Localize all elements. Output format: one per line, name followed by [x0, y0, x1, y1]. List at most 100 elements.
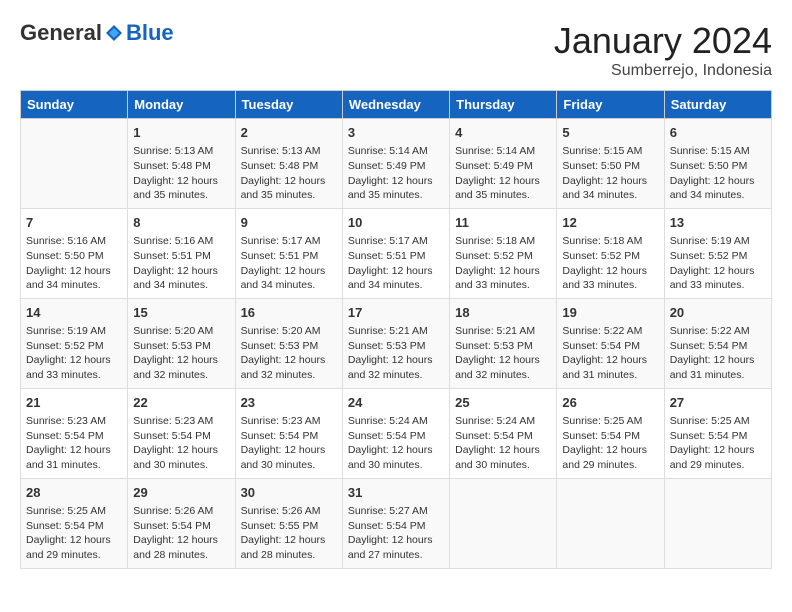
day-info: Sunrise: 5:26 AM Sunset: 5:55 PM Dayligh…	[241, 504, 337, 563]
calendar-cell: 18 Sunrise: 5:21 AM Sunset: 5:53 PM Dayli…	[450, 298, 557, 388]
day-info: Sunrise: 5:24 AM Sunset: 5:54 PM Dayligh…	[455, 414, 551, 473]
calendar-cell: 16 Sunrise: 5:20 AM Sunset: 5:53 PM Dayli…	[235, 298, 342, 388]
location-subtitle: Sumberrejo, Indonesia	[554, 62, 772, 80]
day-info: Sunrise: 5:20 AM Sunset: 5:53 PM Dayligh…	[241, 324, 337, 383]
header-saturday: Saturday	[664, 91, 771, 119]
day-info: Sunrise: 5:23 AM Sunset: 5:54 PM Dayligh…	[133, 414, 229, 473]
day-number: 25	[455, 394, 551, 412]
calendar-cell: 1 Sunrise: 5:13 AM Sunset: 5:48 PM Daylig…	[128, 119, 235, 209]
day-info: Sunrise: 5:13 AM Sunset: 5:48 PM Dayligh…	[133, 144, 229, 203]
day-number: 22	[133, 394, 229, 412]
calendar-cell: 9 Sunrise: 5:17 AM Sunset: 5:51 PM Daylig…	[235, 208, 342, 298]
header-tuesday: Tuesday	[235, 91, 342, 119]
day-info: Sunrise: 5:21 AM Sunset: 5:53 PM Dayligh…	[348, 324, 444, 383]
calendar-cell: 11Sunrise: 5:18 AM Sunset: 5:52 PM Dayli…	[450, 208, 557, 298]
calendar-cell: 12 Sunrise: 5:18 AM Sunset: 5:52 PM Dayli…	[557, 208, 664, 298]
day-info: Sunrise: 5:25 AM Sunset: 5:54 PM Dayligh…	[26, 504, 122, 563]
day-number: 4	[455, 124, 551, 142]
day-info: Sunrise: 5:14 AM Sunset: 5:49 PM Dayligh…	[348, 144, 444, 203]
calendar-cell: 25 Sunrise: 5:24 AM Sunset: 5:54 PM Dayli…	[450, 388, 557, 478]
calendar-cell: 7 Sunrise: 5:16 AM Sunset: 5:50 PM Daylig…	[21, 208, 128, 298]
day-info: Sunrise: 5:23 AM Sunset: 5:54 PM Dayligh…	[26, 414, 122, 473]
calendar-cell: 27Sunrise: 5:25 AM Sunset: 5:54 PM Dayli…	[664, 388, 771, 478]
day-number: 8	[133, 214, 229, 232]
day-number: 14	[26, 304, 122, 322]
day-number: 20	[670, 304, 766, 322]
day-number: 26	[562, 394, 658, 412]
day-number: 12	[562, 214, 658, 232]
calendar-cell: 10 Sunrise: 5:17 AM Sunset: 5:51 PM Dayli…	[342, 208, 449, 298]
day-number: 6	[670, 124, 766, 142]
logo-general-text: General	[20, 20, 102, 46]
day-info: Sunrise: 5:21 AM Sunset: 5:53 PM Dayligh…	[455, 324, 551, 383]
calendar-week-row: 1 Sunrise: 5:13 AM Sunset: 5:48 PM Daylig…	[21, 119, 772, 209]
day-info: Sunrise: 5:15 AM Sunset: 5:50 PM Dayligh…	[562, 144, 658, 203]
page-header: General Blue January 2024 Sumberrejo, In…	[20, 20, 772, 80]
header-thursday: Thursday	[450, 91, 557, 119]
day-info: Sunrise: 5:23 AM Sunset: 5:54 PM Dayligh…	[241, 414, 337, 473]
day-number: 10	[348, 214, 444, 232]
logo: General Blue	[20, 20, 174, 46]
header-friday: Friday	[557, 91, 664, 119]
calendar-cell: 30 Sunrise: 5:26 AM Sunset: 5:55 PM Dayli…	[235, 478, 342, 568]
calendar-cell: 4 Sunrise: 5:14 AM Sunset: 5:49 PM Daylig…	[450, 119, 557, 209]
day-info: Sunrise: 5:18 AM Sunset: 5:52 PM Dayligh…	[562, 234, 658, 293]
day-info: Sunrise: 5:22 AM Sunset: 5:54 PM Dayligh…	[670, 324, 766, 383]
day-number: 29	[133, 484, 229, 502]
day-info: Sunrise: 5:17 AM Sunset: 5:51 PM Dayligh…	[348, 234, 444, 293]
calendar-cell: 14 Sunrise: 5:19 AM Sunset: 5:52 PM Dayli…	[21, 298, 128, 388]
calendar-week-row: 21Sunrise: 5:23 AM Sunset: 5:54 PM Dayli…	[21, 388, 772, 478]
calendar-cell	[664, 478, 771, 568]
logo-icon	[104, 23, 124, 43]
day-number: 28	[26, 484, 122, 502]
day-info: Sunrise: 5:18 AM Sunset: 5:52 PM Dayligh…	[455, 234, 551, 293]
calendar-cell: 20 Sunrise: 5:22 AM Sunset: 5:54 PM Dayli…	[664, 298, 771, 388]
header-wednesday: Wednesday	[342, 91, 449, 119]
calendar-cell: 19 Sunrise: 5:22 AM Sunset: 5:54 PM Dayli…	[557, 298, 664, 388]
calendar-cell: 31Sunrise: 5:27 AM Sunset: 5:54 PM Dayli…	[342, 478, 449, 568]
day-info: Sunrise: 5:14 AM Sunset: 5:49 PM Dayligh…	[455, 144, 551, 203]
calendar-cell: 26Sunrise: 5:25 AM Sunset: 5:54 PM Dayli…	[557, 388, 664, 478]
day-number: 24	[348, 394, 444, 412]
calendar-cell	[450, 478, 557, 568]
month-title: January 2024	[554, 20, 772, 62]
calendar-cell: 28 Sunrise: 5:25 AM Sunset: 5:54 PM Dayli…	[21, 478, 128, 568]
calendar-cell: 17 Sunrise: 5:21 AM Sunset: 5:53 PM Dayli…	[342, 298, 449, 388]
day-info: Sunrise: 5:17 AM Sunset: 5:51 PM Dayligh…	[241, 234, 337, 293]
day-number: 1	[133, 124, 229, 142]
day-number: 2	[241, 124, 337, 142]
calendar-cell: 22 Sunrise: 5:23 AM Sunset: 5:54 PM Dayli…	[128, 388, 235, 478]
day-info: Sunrise: 5:26 AM Sunset: 5:54 PM Dayligh…	[133, 504, 229, 563]
calendar-week-row: 14 Sunrise: 5:19 AM Sunset: 5:52 PM Dayli…	[21, 298, 772, 388]
day-number: 7	[26, 214, 122, 232]
calendar-cell	[557, 478, 664, 568]
day-info: Sunrise: 5:25 AM Sunset: 5:54 PM Dayligh…	[670, 414, 766, 473]
day-number: 17	[348, 304, 444, 322]
calendar-cell: 13Sunrise: 5:19 AM Sunset: 5:52 PM Dayli…	[664, 208, 771, 298]
calendar-cell	[21, 119, 128, 209]
calendar-cell: 29 Sunrise: 5:26 AM Sunset: 5:54 PM Dayli…	[128, 478, 235, 568]
day-number: 18	[455, 304, 551, 322]
header-monday: Monday	[128, 91, 235, 119]
day-info: Sunrise: 5:19 AM Sunset: 5:52 PM Dayligh…	[26, 324, 122, 383]
day-number: 23	[241, 394, 337, 412]
day-number: 30	[241, 484, 337, 502]
header-sunday: Sunday	[21, 91, 128, 119]
day-number: 16	[241, 304, 337, 322]
day-info: Sunrise: 5:16 AM Sunset: 5:50 PM Dayligh…	[26, 234, 122, 293]
calendar-cell: 5 Sunrise: 5:15 AM Sunset: 5:50 PM Daylig…	[557, 119, 664, 209]
calendar-week-row: 28 Sunrise: 5:25 AM Sunset: 5:54 PM Dayli…	[21, 478, 772, 568]
day-number: 9	[241, 214, 337, 232]
day-info: Sunrise: 5:20 AM Sunset: 5:53 PM Dayligh…	[133, 324, 229, 383]
day-info: Sunrise: 5:19 AM Sunset: 5:52 PM Dayligh…	[670, 234, 766, 293]
calendar-cell: 3Sunrise: 5:14 AM Sunset: 5:49 PM Daylig…	[342, 119, 449, 209]
title-block: January 2024 Sumberrejo, Indonesia	[554, 20, 772, 80]
day-info: Sunrise: 5:22 AM Sunset: 5:54 PM Dayligh…	[562, 324, 658, 383]
day-number: 19	[562, 304, 658, 322]
day-number: 31	[348, 484, 444, 502]
calendar-cell: 6Sunrise: 5:15 AM Sunset: 5:50 PM Daylig…	[664, 119, 771, 209]
calendar-week-row: 7 Sunrise: 5:16 AM Sunset: 5:50 PM Daylig…	[21, 208, 772, 298]
day-info: Sunrise: 5:13 AM Sunset: 5:48 PM Dayligh…	[241, 144, 337, 203]
calendar-header-row: SundayMondayTuesdayWednesdayThursdayFrid…	[21, 91, 772, 119]
day-number: 5	[562, 124, 658, 142]
